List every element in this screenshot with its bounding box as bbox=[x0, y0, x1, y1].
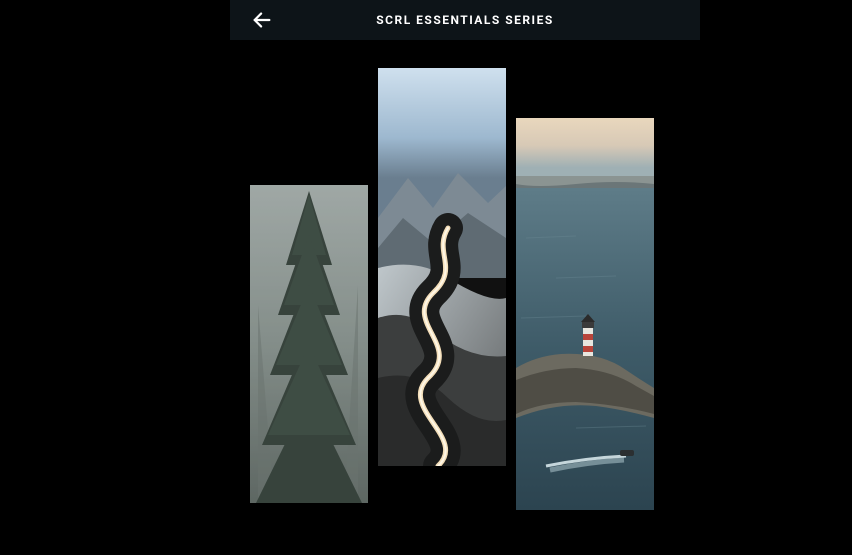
panel-carousel[interactable] bbox=[0, 0, 852, 555]
pine-tree-image bbox=[250, 185, 368, 503]
coastal-image bbox=[516, 118, 654, 510]
panel-coastal-sunset[interactable] bbox=[516, 118, 654, 510]
panel-pine-tree[interactable] bbox=[250, 185, 368, 503]
app-frame: SCRL ESSENTIALS SERIES bbox=[0, 0, 852, 555]
winding-road-image bbox=[378, 68, 506, 466]
panel-winding-road[interactable] bbox=[378, 68, 506, 466]
